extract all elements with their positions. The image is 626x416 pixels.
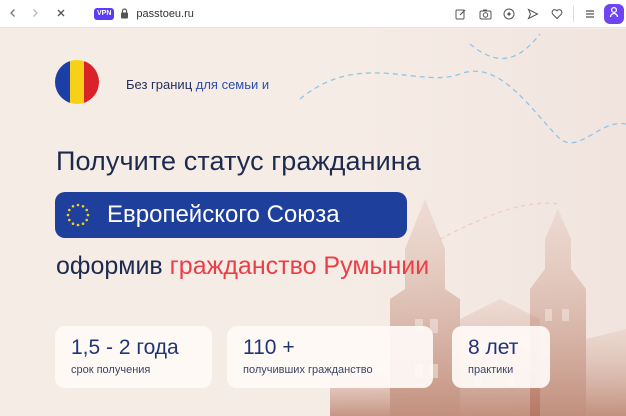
chevron-right-icon	[30, 6, 40, 21]
address-bar[interactable]: passtoeu.ru	[136, 8, 193, 20]
menu-icon[interactable]	[580, 4, 600, 24]
forward-button[interactable]	[24, 3, 46, 25]
tagline-accent: для семьи и	[195, 77, 270, 92]
browser-toolbar: VPN passtoeu.ru	[0, 0, 626, 28]
stat-card-term: 1,5 - 2 года срок получения	[55, 326, 212, 388]
stat-label: срок получения	[71, 364, 151, 376]
lock-icon[interactable]	[120, 8, 130, 20]
edit-icon[interactable]	[451, 4, 471, 24]
user-icon	[609, 5, 619, 23]
stat-card-experience: 8 лет практики	[452, 326, 550, 388]
subline-lead: оформив	[56, 252, 170, 280]
romania-flag-icon	[55, 60, 99, 104]
subline-accent: гражданство Румынии	[169, 252, 430, 280]
stop-loading-button[interactable]	[50, 3, 72, 25]
stat-label: получивших гражданство	[243, 364, 373, 376]
hero-tagline: Без границ для семьи и	[126, 77, 269, 92]
flag-stripe-yellow	[69, 60, 85, 104]
eu-stars-icon	[66, 203, 90, 227]
hero-section: Без границ для семьи и Получите статус г…	[0, 29, 626, 416]
stat-label: практики	[468, 364, 514, 376]
shield-icon[interactable]	[499, 4, 519, 24]
profile-button[interactable]	[604, 4, 624, 24]
camera-icon[interactable]	[475, 4, 495, 24]
stat-value: 110 +	[243, 336, 295, 359]
heart-icon[interactable]	[547, 4, 567, 24]
eu-pill-text: Европейского Союза	[107, 201, 340, 228]
chevron-left-icon	[8, 6, 18, 21]
tagline-lead: Без границ	[126, 77, 196, 92]
close-icon	[56, 6, 66, 21]
hero-subline: оформив гражданство Румынии	[56, 252, 429, 281]
stat-card-clients: 110 + получивших гражданство	[227, 326, 433, 388]
toolbar-icons	[447, 0, 600, 28]
stat-value: 1,5 - 2 года	[71, 336, 179, 359]
stat-value: 8 лет	[468, 336, 519, 359]
send-icon[interactable]	[523, 4, 543, 24]
back-button[interactable]	[2, 3, 24, 25]
eu-highlight-pill: Европейского Союза	[55, 192, 407, 238]
toolbar-divider	[573, 6, 574, 22]
hero-headline: Получите статус гражданина	[56, 146, 421, 176]
vpn-badge[interactable]: VPN	[94, 7, 115, 20]
